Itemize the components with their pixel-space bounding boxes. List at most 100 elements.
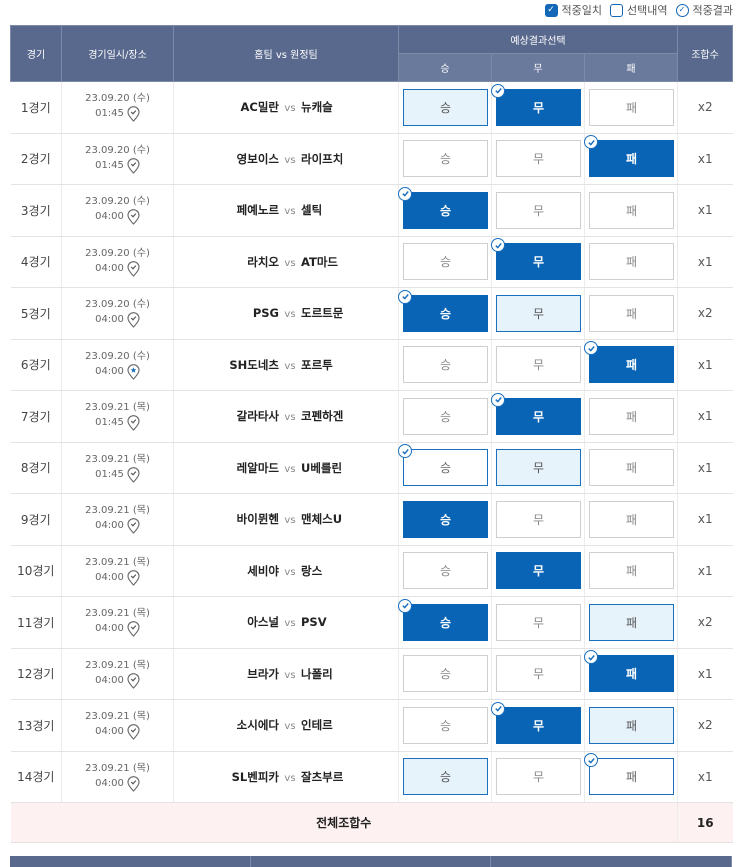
game-row: 6경기 23.09.20 (수) 04:00 SH도네츠 vs 포르투 승 무 패 x1 [10, 339, 733, 391]
game-number: 14경기 [10, 751, 62, 803]
game-row: 2경기 23.09.20 (수) 01:45 영보이스 vs 라이프치 승 무 패 x1 [10, 133, 733, 185]
home-team: 갈라타사 [236, 409, 279, 424]
option-lose-button[interactable]: 패 [589, 294, 674, 332]
location-pin-icon[interactable] [127, 157, 140, 174]
game-time-wrap: 04:00 [95, 363, 140, 380]
combination-count: x1 [677, 184, 733, 237]
option-draw-button[interactable]: 무 [496, 140, 581, 178]
check-circle-icon [584, 341, 598, 356]
home-team: 소시에다 [236, 718, 279, 733]
location-pin-icon[interactable] [127, 260, 140, 277]
option-win-button[interactable]: 승 [403, 140, 488, 178]
option-lose-label: 패 [625, 615, 638, 630]
header-draw: 무 [491, 53, 585, 82]
option-lose-button[interactable]: 패 [584, 753, 674, 796]
option-win-label: 승 [439, 461, 452, 476]
option-draw-button[interactable]: 무 [496, 500, 581, 538]
option-draw-button[interactable]: 무 [496, 346, 581, 384]
option-win-button[interactable]: 승 [403, 346, 488, 384]
option-draw-button[interactable]: 무 [496, 449, 581, 487]
option-lose-button[interactable]: 패 [589, 603, 674, 641]
option-draw-button[interactable]: 무 [491, 701, 581, 744]
option-win-button[interactable]: 승 [403, 88, 488, 126]
option-lose-button[interactable]: 패 [589, 706, 674, 744]
option-lose-label: 패 [625, 564, 638, 579]
game-date: 23.09.21 (목) [85, 659, 150, 671]
option-win-label: 승 [439, 770, 452, 785]
check-circle-icon [491, 701, 505, 716]
check-circle-icon [491, 392, 505, 407]
option-draw-button[interactable]: 무 [496, 603, 581, 641]
vs-label: vs [284, 154, 296, 166]
option-win-button[interactable]: 승 [398, 289, 488, 332]
option-draw-button[interactable]: 무 [491, 83, 581, 126]
home-team: 아스널 [247, 615, 279, 630]
option-win-button[interactable]: 승 [403, 706, 488, 744]
combination-count: x1 [677, 493, 733, 546]
option-cell: 승 [398, 339, 492, 391]
location-pin-icon[interactable] [127, 724, 140, 741]
option-lose-label: 패 [625, 306, 638, 321]
option-draw-button[interactable]: 무 [491, 392, 581, 435]
option-lose-button[interactable]: 패 [584, 650, 674, 693]
game-date: 23.09.21 (목) [85, 453, 150, 465]
location-pin-icon[interactable] [127, 312, 140, 329]
option-cell: 패 [584, 81, 678, 134]
game-number: 10경기 [10, 545, 62, 597]
option-cell: 무 [491, 287, 585, 340]
option-cell: 승 [398, 236, 492, 288]
location-pin-icon[interactable] [127, 466, 140, 483]
option-lose-button[interactable]: 패 [584, 135, 674, 178]
location-pin-icon[interactable] [127, 672, 140, 689]
location-pin-icon[interactable] [127, 518, 140, 535]
home-team: SL벤피카 [231, 769, 279, 784]
option-win-button[interactable]: 승 [403, 758, 488, 796]
option-win-button[interactable]: 승 [403, 397, 488, 435]
game-time: 04:00 [95, 262, 124, 274]
option-win-button[interactable]: 승 [403, 500, 488, 538]
game-match: 소시에다 vs 인테르 [173, 699, 399, 752]
option-win-button[interactable]: 승 [398, 186, 488, 229]
option-cell: 패 [584, 236, 678, 288]
option-draw-button[interactable]: 무 [496, 758, 581, 796]
option-draw-button[interactable]: 무 [496, 191, 581, 229]
option-lose-button[interactable]: 패 [589, 449, 674, 487]
vs-label: vs [284, 103, 296, 115]
header-win: 승 [398, 53, 492, 82]
legend-hit: ✓ 적중일치 [544, 2, 602, 18]
option-lose-button[interactable]: 패 [589, 191, 674, 229]
game-row: 11경기 23.09.21 (목) 04:00 아스널 vs PSV 승 무 패 x2 [10, 596, 733, 649]
option-draw-button[interactable]: 무 [496, 655, 581, 693]
option-lose-label: 패 [625, 461, 638, 476]
option-win-button[interactable]: 승 [398, 444, 488, 487]
option-lose-label: 패 [625, 770, 638, 785]
option-draw-button[interactable]: 무 [491, 238, 581, 281]
option-win-button[interactable]: 승 [403, 552, 488, 590]
option-draw-button[interactable]: 무 [496, 294, 581, 332]
location-pin-icon[interactable] [127, 775, 140, 792]
game-time: 01:45 [95, 468, 124, 480]
location-pin-icon[interactable] [127, 209, 140, 226]
option-draw-button[interactable]: 무 [496, 552, 581, 590]
option-lose-button[interactable]: 패 [589, 397, 674, 435]
footer-cell [10, 856, 251, 867]
option-cell: 패 [584, 287, 678, 340]
option-lose-button[interactable]: 패 [584, 341, 674, 384]
location-pin-icon[interactable] [127, 621, 140, 638]
option-win-button[interactable]: 승 [398, 598, 488, 641]
game-number: 1경기 [10, 81, 62, 134]
option-cell: 패 [584, 339, 678, 391]
option-lose-button[interactable]: 패 [589, 500, 674, 538]
location-pin-icon[interactable] [127, 569, 140, 586]
option-lose-button[interactable]: 패 [589, 552, 674, 590]
option-lose-button[interactable]: 패 [589, 243, 674, 281]
option-win-button[interactable]: 승 [403, 243, 488, 281]
option-lose-button[interactable]: 패 [589, 88, 674, 126]
location-pin-icon[interactable] [127, 106, 140, 123]
option-win-button[interactable]: 승 [403, 655, 488, 693]
game-time: 04:00 [95, 623, 124, 635]
option-cell: 패 [584, 493, 678, 546]
game-time-wrap: 04:00 [95, 209, 140, 226]
location-pin-icon[interactable] [127, 415, 140, 432]
location-pin-star-icon[interactable] [127, 363, 140, 380]
